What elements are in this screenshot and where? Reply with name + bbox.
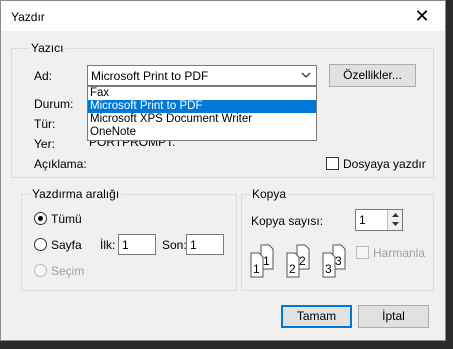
print-to-file-label[interactable]: Dosyaya yazdır <box>343 157 426 171</box>
to-label: Son: <box>162 238 187 252</box>
collate-page-number: 1 <box>253 262 260 276</box>
dropdown-option-print-to-pdf[interactable]: Microsoft Print to PDF <box>88 100 316 113</box>
comment-label: Açıklama: <box>34 157 87 171</box>
collate-pages-icon: 1 1 2 2 3 3 <box>250 244 346 278</box>
close-icon[interactable]: ✕ <box>399 1 445 31</box>
all-pages-radio[interactable] <box>34 212 47 225</box>
from-label: İlk: <box>100 238 116 252</box>
from-page-input[interactable]: 1 <box>118 234 156 255</box>
copies-group-label: Kopya <box>250 187 289 201</box>
selection-radio[interactable] <box>34 264 47 277</box>
to-page-input[interactable]: 1 <box>186 234 224 255</box>
where-label: Yer: <box>34 137 55 151</box>
dropdown-option-fax[interactable]: Fax <box>88 87 316 100</box>
collate-page-number: 2 <box>299 254 306 268</box>
collate-page-number: 3 <box>325 262 332 276</box>
collate-label: Harmanla <box>373 246 426 260</box>
dropdown-option-xps-writer[interactable]: Microsoft XPS Document Writer <box>88 113 316 126</box>
cancel-button[interactable]: İptal <box>358 305 429 328</box>
printer-select-value: Microsoft Print to PDF <box>91 69 209 83</box>
print-dialog: Yazdır ✕ Yazıcı Ad: Microsoft Print to P… <box>0 0 446 341</box>
spin-up-icon[interactable] <box>388 210 402 219</box>
selection-label: Seçim <box>51 264 85 278</box>
copies-count-label: Kopya sayısı: <box>251 214 324 228</box>
all-pages-label[interactable]: Tümü <box>51 212 82 226</box>
printer-select[interactable]: Microsoft Print to PDF <box>87 65 317 86</box>
dropdown-option-onenote[interactable]: OneNote <box>88 126 316 139</box>
collate-checkbox[interactable] <box>356 246 369 259</box>
copies-spinner[interactable] <box>387 210 402 230</box>
collate-page-number: 3 <box>335 254 342 268</box>
spin-down-icon[interactable] <box>388 219 402 228</box>
pages-label[interactable]: Sayfa <box>51 238 82 252</box>
print-range-label: Yazdırma aralığı <box>30 187 122 201</box>
printer-group-label: Yazıcı <box>29 41 66 55</box>
title-bar: Yazdır ✕ <box>1 1 445 31</box>
dialog-title: Yazdır <box>11 10 45 24</box>
printer-name-label: Ad: <box>34 69 53 83</box>
type-label: Tür: <box>34 117 56 131</box>
chevron-down-icon <box>301 72 311 78</box>
printer-dropdown-list: Fax Microsoft Print to PDF Microsoft XPS… <box>87 86 317 141</box>
properties-button[interactable]: Özellikler... <box>329 64 416 87</box>
status-label: Durum: <box>34 97 74 111</box>
collate-page-number: 1 <box>263 254 270 268</box>
pages-radio[interactable] <box>34 238 47 251</box>
ok-button[interactable]: Tamam <box>281 305 352 328</box>
print-to-file-checkbox[interactable] <box>326 157 339 170</box>
collate-page-number: 2 <box>289 262 296 276</box>
